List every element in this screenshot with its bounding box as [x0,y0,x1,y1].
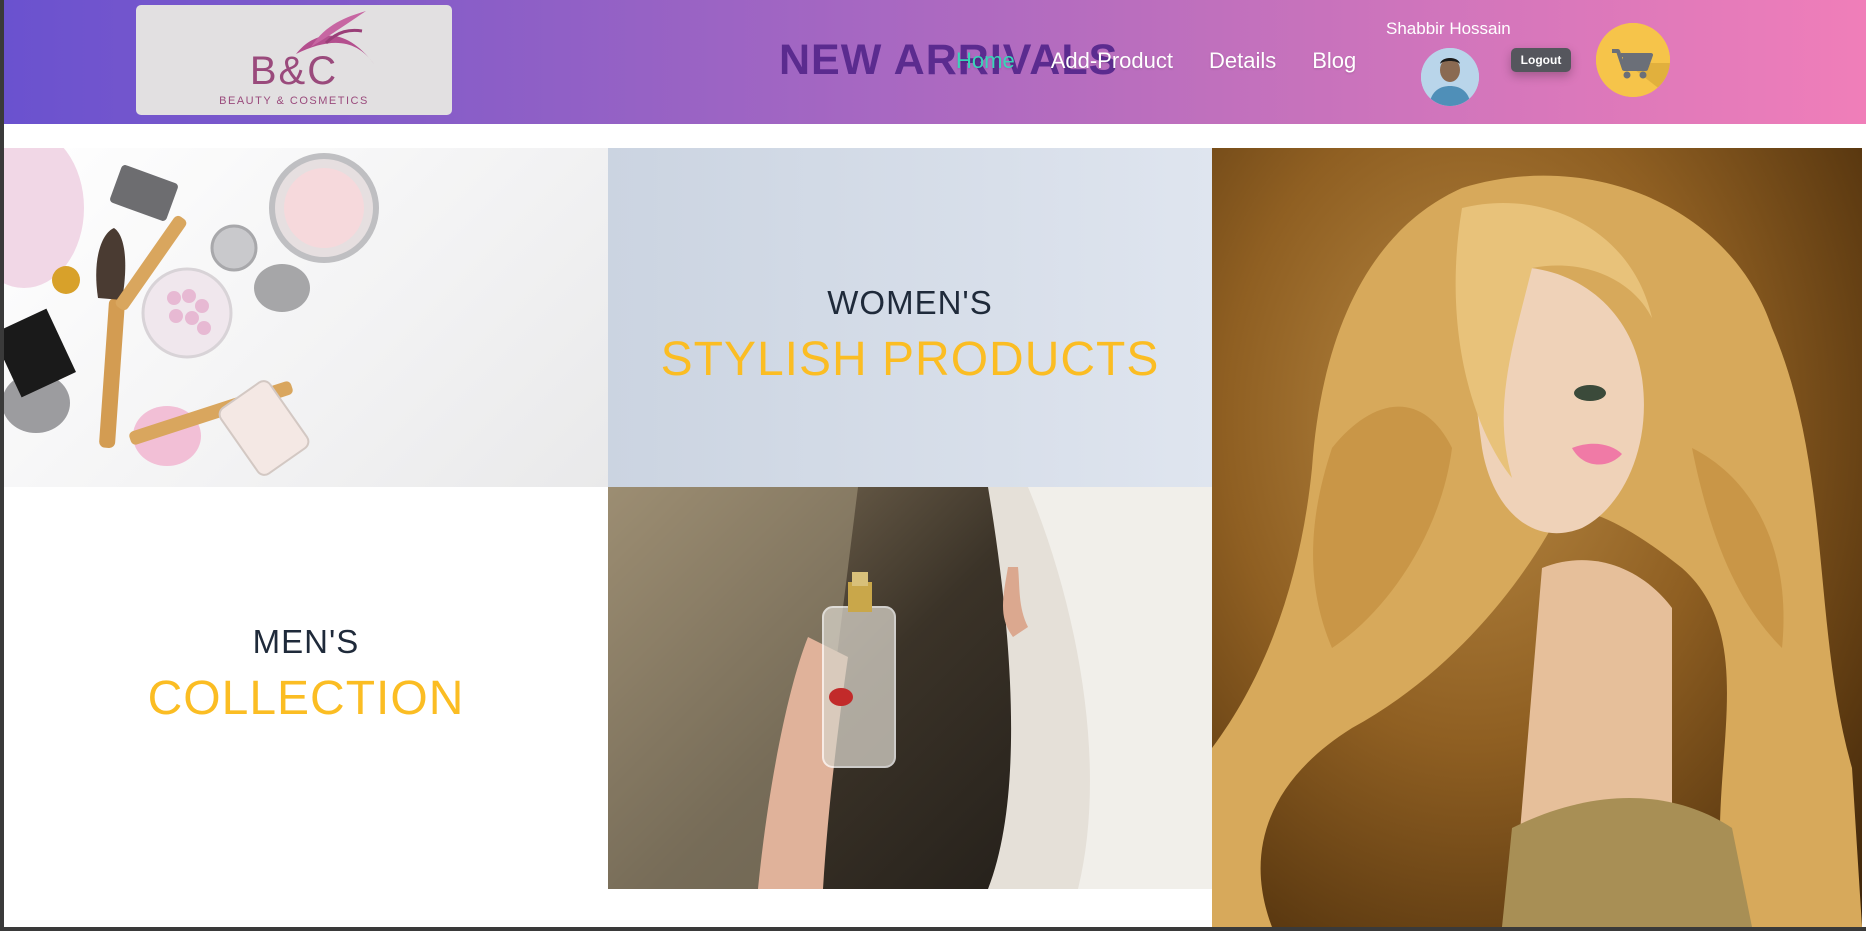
site-header: B&C BEAUTY & COSMETICS NEW ARRIVALS Home… [4,0,1866,124]
nav-home[interactable]: Home [956,48,1015,74]
mens-subtitle: MEN'S [252,623,360,660]
page: B&C BEAUTY & COSMETICS NEW ARRIVALS Home… [4,0,1866,927]
user-avatar[interactable] [1421,48,1479,106]
logo-tagline: BEAUTY & COSMETICS [219,95,369,107]
cart-button[interactable] [1596,23,1670,97]
nav-blog[interactable]: Blog [1312,48,1356,74]
cosmetics-illustration [4,148,379,476]
womens-title: STYLISH PRODUCTS [660,333,1160,386]
logout-button[interactable]: Logout [1511,48,1571,72]
perfume-illustration [608,487,1212,889]
nav-details[interactable]: Details [1209,48,1276,74]
shopping-cart-icon [1596,23,1670,97]
womens-promo-text: WOMEN'S STYLISH PRODUCTS [608,284,1212,387]
mens-title: COLLECTION [147,672,465,725]
nav-add-product[interactable]: Add-Product [1051,48,1173,74]
cosmetics-image [4,148,608,487]
logo-text: B&C [249,49,339,93]
user-name: Shabbir Hossain [1386,19,1511,38]
model-image [1212,148,1862,927]
main-nav: Home Add-Product Details Blog [956,48,1356,74]
mens-promo[interactable]: MEN'S COLLECTION [4,487,608,889]
perfume-image [608,487,1212,889]
womens-promo[interactable]: WOMEN'S STYLISH PRODUCTS [608,148,1212,487]
user-avatar-icon [1421,48,1479,106]
womens-subtitle: WOMEN'S [827,284,993,321]
model-illustration [1212,175,1862,927]
mens-promo-text: MEN'S COLLECTION [4,623,608,726]
brand-logo[interactable]: B&C BEAUTY & COSMETICS [136,5,452,115]
